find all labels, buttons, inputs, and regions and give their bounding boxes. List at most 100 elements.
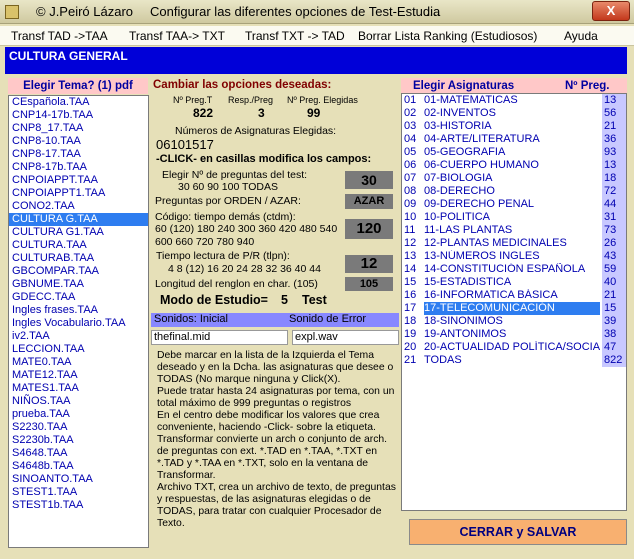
topic-list-item[interactable]: STEST1.TAA [9, 486, 148, 499]
topic-list-item[interactable]: CULTURA G1.TAA [9, 226, 148, 239]
option-num-questions-choices[interactable]: 30 60 90 100 TODAS [178, 181, 278, 193]
subject-name[interactable]: 10-POLITICA [424, 211, 600, 224]
option-read-time-label[interactable]: Tiempo lectura de P/R (tlpn): [156, 250, 290, 262]
subject-name[interactable]: 06-CUERPO HUMANO [424, 159, 600, 172]
topic-list-item[interactable]: SINOANTO.TAA [9, 473, 148, 486]
subject-row[interactable]: 19 19-ANTONIMOS 38 [402, 328, 626, 341]
subject-list-label[interactable]: Elegir Asignaturas [413, 78, 514, 94]
topic-list-item[interactable]: CNPOIAPPT1.TAA [9, 187, 148, 200]
subject-row[interactable]: 17 17-TELECOMUNICACIÓN 15 [402, 302, 626, 315]
subject-name[interactable]: TODAS [424, 354, 600, 367]
menu-ayuda[interactable]: Ayuda [564, 29, 598, 43]
subject-row[interactable]: 03 03-HISTORIA 21 [402, 120, 626, 133]
topic-list-item[interactable]: CNP14-17b.TAA [9, 109, 148, 122]
subject-name[interactable]: 08-DERECHO [424, 185, 600, 198]
subject-name[interactable]: 11-LAS PLANTAS [424, 224, 600, 237]
subject-name[interactable]: 18-SINONIMOS [424, 315, 600, 328]
topic-list-item[interactable]: S2230b.TAA [9, 434, 148, 447]
close-button[interactable]: X [592, 1, 630, 21]
subject-row[interactable]: 06 06-CUERPO HUMANO 13 [402, 159, 626, 172]
topic-list-item[interactable]: NIÑOS.TAA [9, 395, 148, 408]
topic-list-item[interactable]: CNP8-10.TAA [9, 135, 148, 148]
topic-list-item[interactable]: prueba.TAA [9, 408, 148, 421]
sound-error-field[interactable]: expl.wav [292, 330, 399, 345]
subject-row[interactable]: 14 14-CONSTITUCIÓN ESPAÑOLA 59 [402, 263, 626, 276]
option-line-length-label[interactable]: Longitud del renglon en char. (105) [155, 278, 318, 290]
option-order-value[interactable]: AZAR [345, 194, 393, 209]
option-num-questions-label[interactable]: Elegir Nº de preguntas del test: [162, 169, 307, 181]
topic-list-item[interactable]: Ingles frases.TAA [9, 304, 148, 317]
sound-start-field[interactable]: thefinal.mid [151, 330, 288, 345]
subject-name[interactable]: 02-INVENTOS [424, 107, 600, 120]
subject-row[interactable]: 01 01-MATEMATICAS 13 [402, 94, 626, 107]
option-read-time-value[interactable]: 12 [345, 255, 393, 273]
subject-row[interactable]: 09 09-DERECHO PENAL 44 [402, 198, 626, 211]
topic-list-item[interactable]: CNPOIAPPT.TAA [9, 174, 148, 187]
subject-row[interactable]: 18 18-SINONIMOS 39 [402, 315, 626, 328]
option-order-label[interactable]: Preguntas por ORDEN / AZAR: [155, 195, 301, 207]
subject-row[interactable]: 13 13-NÚMEROS INGLES 43 [402, 250, 626, 263]
subject-list[interactable]: 01 01-MATEMATICAS 13 02 02-INVENTOS 56 03 03-HI… [401, 93, 627, 511]
subject-row[interactable]: 08 08-DERECHO 72 [402, 185, 626, 198]
subject-name[interactable]: 19-ANTONIMOS [424, 328, 600, 341]
topic-list-item[interactable]: CULTURA G.TAA [9, 213, 148, 226]
topic-list-item[interactable]: S2230.TAA [9, 421, 148, 434]
option-extra-time-value[interactable]: 120 [345, 219, 393, 239]
topic-list-item[interactable]: STEST1b.TAA [9, 499, 148, 512]
topic-list-item[interactable]: CEspañola.TAA [9, 96, 148, 109]
option-extra-time-label[interactable]: Código: tiempo demás (ctdm): [155, 211, 296, 223]
subject-name[interactable]: 04-ARTE/LITERATURA [424, 133, 600, 146]
subject-row[interactable]: 02 02-INVENTOS 56 [402, 107, 626, 120]
option-num-questions-value[interactable]: 30 [345, 171, 393, 189]
subject-row[interactable]: 20 20-ACTUALIDAD POLÍTICA/SOCIAL 47 [402, 341, 626, 354]
topic-list-item[interactable]: CULTURA.TAA [9, 239, 148, 252]
menu-transf-tad-taa[interactable]: Transf TAD ->TAA [11, 29, 108, 43]
subject-name[interactable]: 05-GEOGRAFIA [424, 146, 600, 159]
study-mode-value[interactable]: 5 [281, 293, 288, 307]
subject-name[interactable]: 17-TELECOMUNICACIÓN [424, 302, 600, 315]
subject-row[interactable]: 05 05-GEOGRAFIA 93 [402, 146, 626, 159]
topic-list-item[interactable]: MATE0.TAA [9, 356, 148, 369]
topic-list-item[interactable]: CNP8-17.TAA [9, 148, 148, 161]
topic-list-item[interactable]: iv2.TAA [9, 330, 148, 343]
topic-list[interactable]: CEspañola.TAA CNP14-17b.TAA CNP8_17.TAA CNP… [8, 95, 149, 548]
topic-list-item[interactable]: S4648.TAA [9, 447, 148, 460]
option-read-time-choices[interactable]: 4 8 (12) 16 20 24 28 32 36 40 44 [168, 263, 321, 275]
topic-list-item[interactable]: CNP8_17.TAA [9, 122, 148, 135]
menu-borrar-ranking[interactable]: Borrar Lista Ranking (Estudiosos) [358, 29, 537, 43]
subject-row[interactable]: 16 16-INFORMATICA BÁSICA 21 [402, 289, 626, 302]
subject-name[interactable]: 09-DERECHO PENAL [424, 198, 600, 211]
topic-list-item[interactable]: LECCION.TAA [9, 343, 148, 356]
subject-row[interactable]: 15 15-ESTADISTICA 40 [402, 276, 626, 289]
topic-list-item[interactable]: S4648b.TAA [9, 460, 148, 473]
subject-name[interactable]: 20-ACTUALIDAD POLÍTICA/SOCIAL [424, 341, 600, 354]
topic-list-item[interactable]: CONO2.TAA [9, 200, 148, 213]
subject-name[interactable]: 03-HISTORIA [424, 120, 600, 133]
topic-list-item[interactable]: CULTURAB.TAA [9, 252, 148, 265]
topic-list-label[interactable]: Elegir Tema? (1) pdf [8, 78, 148, 94]
subject-name[interactable]: 14-CONSTITUCIÓN ESPAÑOLA [424, 263, 600, 276]
topic-list-item[interactable]: Ingles Vocabulario.TAA [9, 317, 148, 330]
subject-name[interactable]: 16-INFORMATICA BÁSICA [424, 289, 600, 302]
option-extra-time-choices-1[interactable]: 60 (120) 180 240 300 360 420 480 540 [155, 223, 337, 235]
subject-row[interactable]: 04 04-ARTE/LITERATURA 36 [402, 133, 626, 146]
option-extra-time-choices-2[interactable]: 600 660 720 780 940 [155, 236, 254, 248]
topic-list-item[interactable]: MATES1.TAA [9, 382, 148, 395]
menu-transf-txt-tad[interactable]: Transf TXT -> TAD [245, 29, 345, 43]
topic-list-item[interactable]: GBNUME.TAA [9, 278, 148, 291]
subject-name[interactable]: 01-MATEMATICAS [424, 94, 600, 107]
subject-row[interactable]: 21 TODAS 822 [402, 354, 626, 367]
topic-list-item[interactable]: CNP8-17b.TAA [9, 161, 148, 174]
topic-list-item[interactable]: GBCOMPAR.TAA [9, 265, 148, 278]
subject-row[interactable]: 10 10-POLITICA 31 [402, 211, 626, 224]
subject-row[interactable]: 07 07-BIOLOGIA 18 [402, 172, 626, 185]
subject-name[interactable]: 07-BIOLOGIA [424, 172, 600, 185]
subject-name[interactable]: 12-PLANTAS MEDICINALES [424, 237, 600, 250]
subject-name[interactable]: 15-ESTADISTICA [424, 276, 600, 289]
topic-list-item[interactable]: MATE12.TAA [9, 369, 148, 382]
menu-transf-taa-txt[interactable]: Transf TAA-> TXT [129, 29, 225, 43]
subject-row[interactable]: 12 12-PLANTAS MEDICINALES 26 [402, 237, 626, 250]
subject-row[interactable]: 11 11-LAS PLANTAS 73 [402, 224, 626, 237]
option-line-length-value[interactable]: 105 [345, 277, 393, 291]
topic-list-item[interactable]: GDECC.TAA [9, 291, 148, 304]
